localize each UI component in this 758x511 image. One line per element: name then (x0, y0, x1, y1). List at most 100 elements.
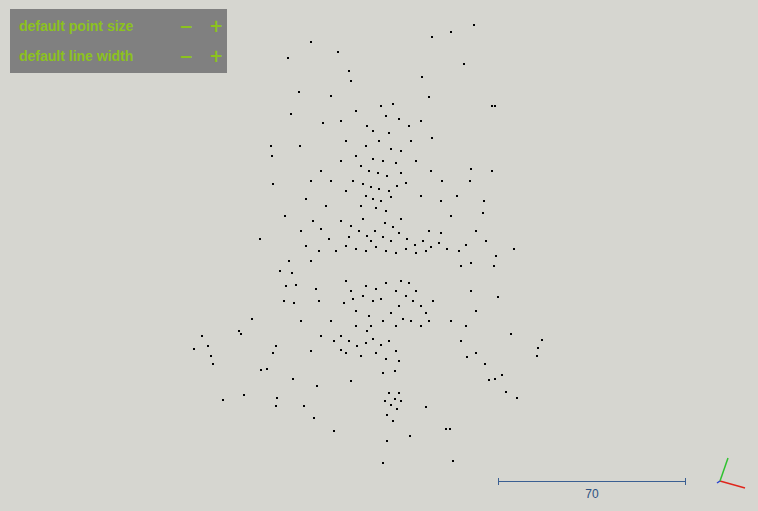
point (355, 248, 357, 250)
point (421, 76, 423, 78)
point (345, 352, 347, 354)
point (355, 325, 357, 327)
point (493, 265, 495, 267)
point (366, 330, 368, 332)
increase-button[interactable]: + (203, 46, 229, 66)
point (372, 198, 374, 200)
point (355, 310, 357, 312)
point (365, 195, 367, 197)
point (375, 288, 377, 290)
point (516, 397, 518, 399)
point (320, 228, 322, 230)
point (420, 305, 422, 307)
point (395, 325, 397, 327)
point (285, 285, 287, 287)
point (415, 252, 417, 254)
point (385, 115, 387, 117)
point (243, 394, 245, 396)
point (310, 180, 312, 182)
point (290, 113, 292, 115)
point (355, 155, 357, 157)
point (340, 160, 342, 162)
point (365, 285, 367, 287)
point (390, 240, 392, 242)
settings-panel: default point size−+default line width−+ (10, 9, 227, 73)
point (358, 230, 360, 232)
point (432, 300, 434, 302)
point (362, 183, 364, 185)
point (345, 245, 347, 247)
point (201, 335, 203, 337)
point (405, 295, 407, 297)
point (193, 348, 195, 350)
point (425, 312, 427, 314)
axis-line (720, 481, 745, 488)
point (266, 368, 268, 370)
point (400, 218, 402, 220)
point (422, 240, 424, 242)
point (450, 31, 452, 33)
point (378, 140, 380, 142)
point (360, 205, 362, 207)
point (370, 186, 372, 188)
point (392, 103, 394, 105)
point (428, 230, 430, 232)
point (362, 218, 364, 220)
point (465, 244, 467, 246)
point (272, 352, 274, 354)
axis-line (717, 481, 720, 483)
scale-bar: 70 (498, 477, 686, 501)
decrease-button[interactable]: − (173, 46, 199, 66)
point (385, 250, 387, 252)
point (395, 350, 397, 352)
decrease-button[interactable]: − (173, 16, 199, 36)
point (330, 180, 332, 182)
point (275, 345, 277, 347)
point-cloud[interactable] (0, 0, 758, 511)
point (210, 355, 212, 357)
point (382, 320, 384, 322)
point (385, 282, 387, 284)
point (400, 172, 402, 174)
point (310, 41, 312, 43)
point (284, 215, 286, 217)
point (320, 170, 322, 172)
point (431, 36, 433, 38)
point (388, 392, 390, 394)
point (330, 320, 332, 322)
point (350, 290, 352, 292)
point (470, 262, 472, 264)
point (402, 318, 404, 320)
point (475, 352, 477, 354)
point (420, 120, 422, 122)
point (469, 180, 471, 182)
point (396, 185, 398, 187)
point (491, 170, 493, 172)
point (333, 430, 335, 432)
point (541, 339, 543, 341)
point (465, 325, 467, 327)
point (260, 369, 262, 371)
point (456, 195, 458, 197)
point (494, 105, 496, 107)
point (295, 284, 297, 286)
axes-icon (705, 452, 755, 497)
point (475, 310, 477, 312)
point (537, 347, 539, 349)
point (440, 200, 442, 202)
point (470, 290, 472, 292)
point (398, 305, 400, 307)
point (408, 282, 410, 284)
point (322, 122, 324, 124)
setting-label: default line width (19, 48, 169, 64)
point (368, 315, 370, 317)
point (318, 250, 320, 252)
point (272, 183, 274, 185)
scale-line (498, 481, 686, 487)
point (410, 320, 412, 322)
increase-button[interactable]: + (203, 16, 229, 36)
point (366, 235, 368, 237)
point (445, 428, 447, 430)
point (414, 244, 416, 246)
point (485, 240, 487, 242)
